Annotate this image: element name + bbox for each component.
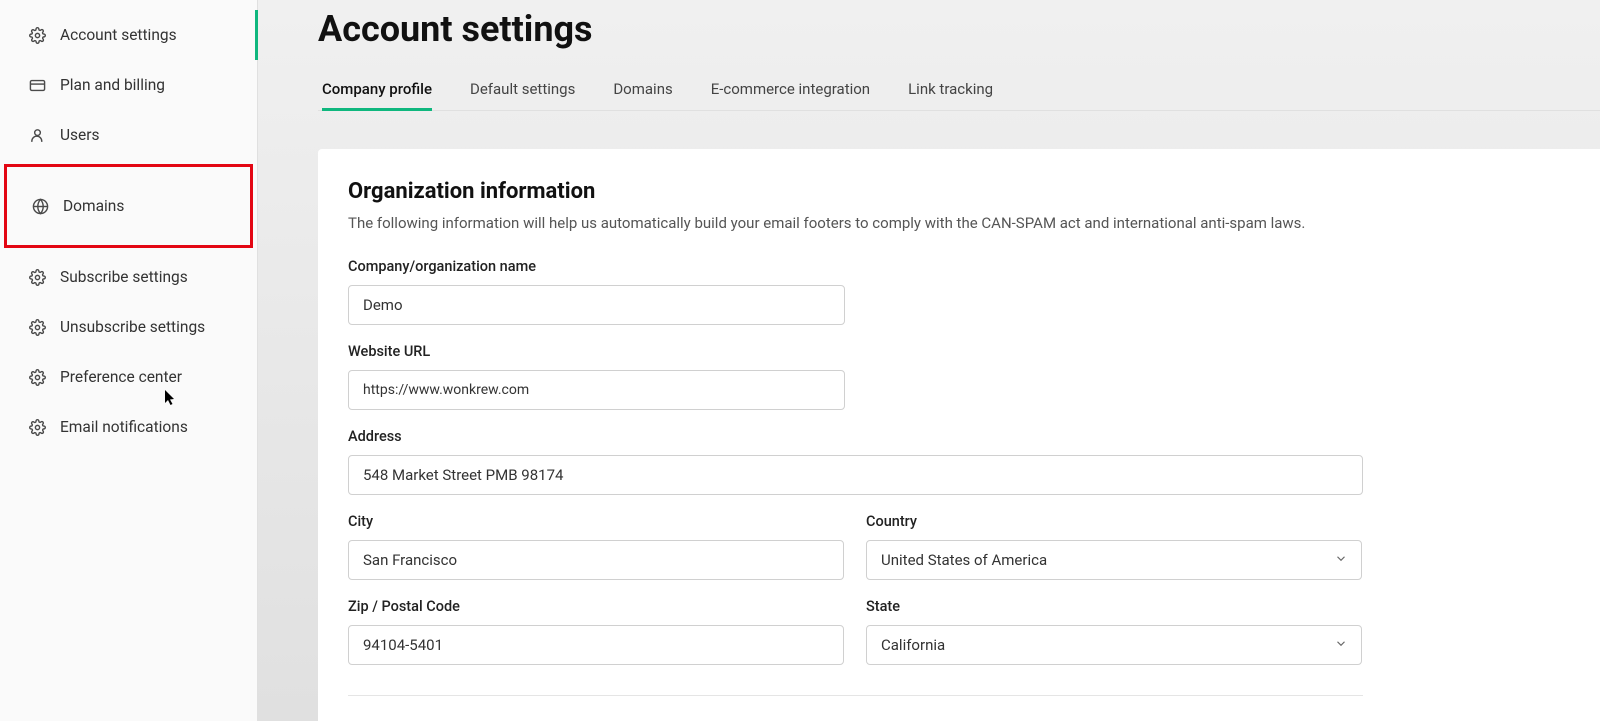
sidebar-item-subscribe-settings[interactable]: Subscribe settings: [0, 252, 257, 302]
sidebar-item-label: Domains: [63, 197, 124, 215]
gear-icon: [28, 418, 46, 436]
globe-icon: [31, 197, 49, 215]
org-info-card: Organization information The following i…: [318, 149, 1600, 721]
sidebar-item-label: Account settings: [60, 26, 177, 44]
state-select[interactable]: [866, 625, 1362, 665]
sidebar-item-label: Subscribe settings: [60, 268, 188, 286]
sidebar-item-plan-billing[interactable]: Plan and billing: [0, 60, 257, 110]
zip-input[interactable]: [348, 625, 844, 665]
sidebar-item-account-settings[interactable]: Account settings: [0, 10, 257, 60]
card-icon: [28, 76, 46, 94]
city-label: City: [348, 513, 844, 530]
company-name-label: Company/organization name: [348, 258, 845, 275]
sidebar-item-label: Users: [60, 126, 100, 144]
main-content: Account settings Company profile Default…: [258, 0, 1600, 721]
page-title: Account settings: [318, 8, 1600, 50]
gear-icon: [28, 26, 46, 44]
sidebar-item-label: Plan and billing: [60, 76, 165, 94]
country-select[interactable]: [866, 540, 1362, 580]
sidebar-item-label: Unsubscribe settings: [60, 318, 205, 336]
section-description: The following information will help us a…: [348, 214, 1570, 232]
website-url-input[interactable]: [348, 370, 845, 410]
state-label: State: [866, 598, 1362, 615]
gear-icon: [28, 368, 46, 386]
zip-label: Zip / Postal Code: [348, 598, 844, 615]
sidebar-item-preference-center[interactable]: Preference center: [0, 352, 257, 402]
section-title: Organization information: [348, 179, 1570, 204]
tab-ecommerce-integration[interactable]: E-commerce integration: [711, 68, 870, 110]
city-input[interactable]: [348, 540, 844, 580]
sidebar-item-label: Preference center: [60, 368, 182, 386]
sidebar-item-domains[interactable]: Domains: [4, 164, 253, 248]
address-input[interactable]: [348, 455, 1363, 495]
sidebar-item-label: Email notifications: [60, 418, 188, 436]
website-url-label: Website URL: [348, 343, 845, 360]
tab-company-profile[interactable]: Company profile: [322, 68, 432, 110]
tab-default-settings[interactable]: Default settings: [470, 68, 575, 110]
tabs: Company profile Default settings Domains…: [318, 68, 1600, 111]
country-label: Country: [866, 513, 1362, 530]
tab-domains[interactable]: Domains: [613, 68, 672, 110]
tab-link-tracking[interactable]: Link tracking: [908, 68, 993, 110]
sidebar-item-email-notifications[interactable]: Email notifications: [0, 402, 257, 452]
gear-icon: [28, 268, 46, 286]
sidebar-item-unsubscribe-settings[interactable]: Unsubscribe settings: [0, 302, 257, 352]
address-label: Address: [348, 428, 1363, 445]
user-icon: [28, 126, 46, 144]
gear-icon: [28, 318, 46, 336]
sidebar-item-users[interactable]: Users: [0, 110, 257, 160]
company-name-input[interactable]: [348, 285, 845, 325]
divider: [348, 695, 1363, 696]
sidebar: Account settings Plan and billing Users …: [0, 0, 258, 721]
